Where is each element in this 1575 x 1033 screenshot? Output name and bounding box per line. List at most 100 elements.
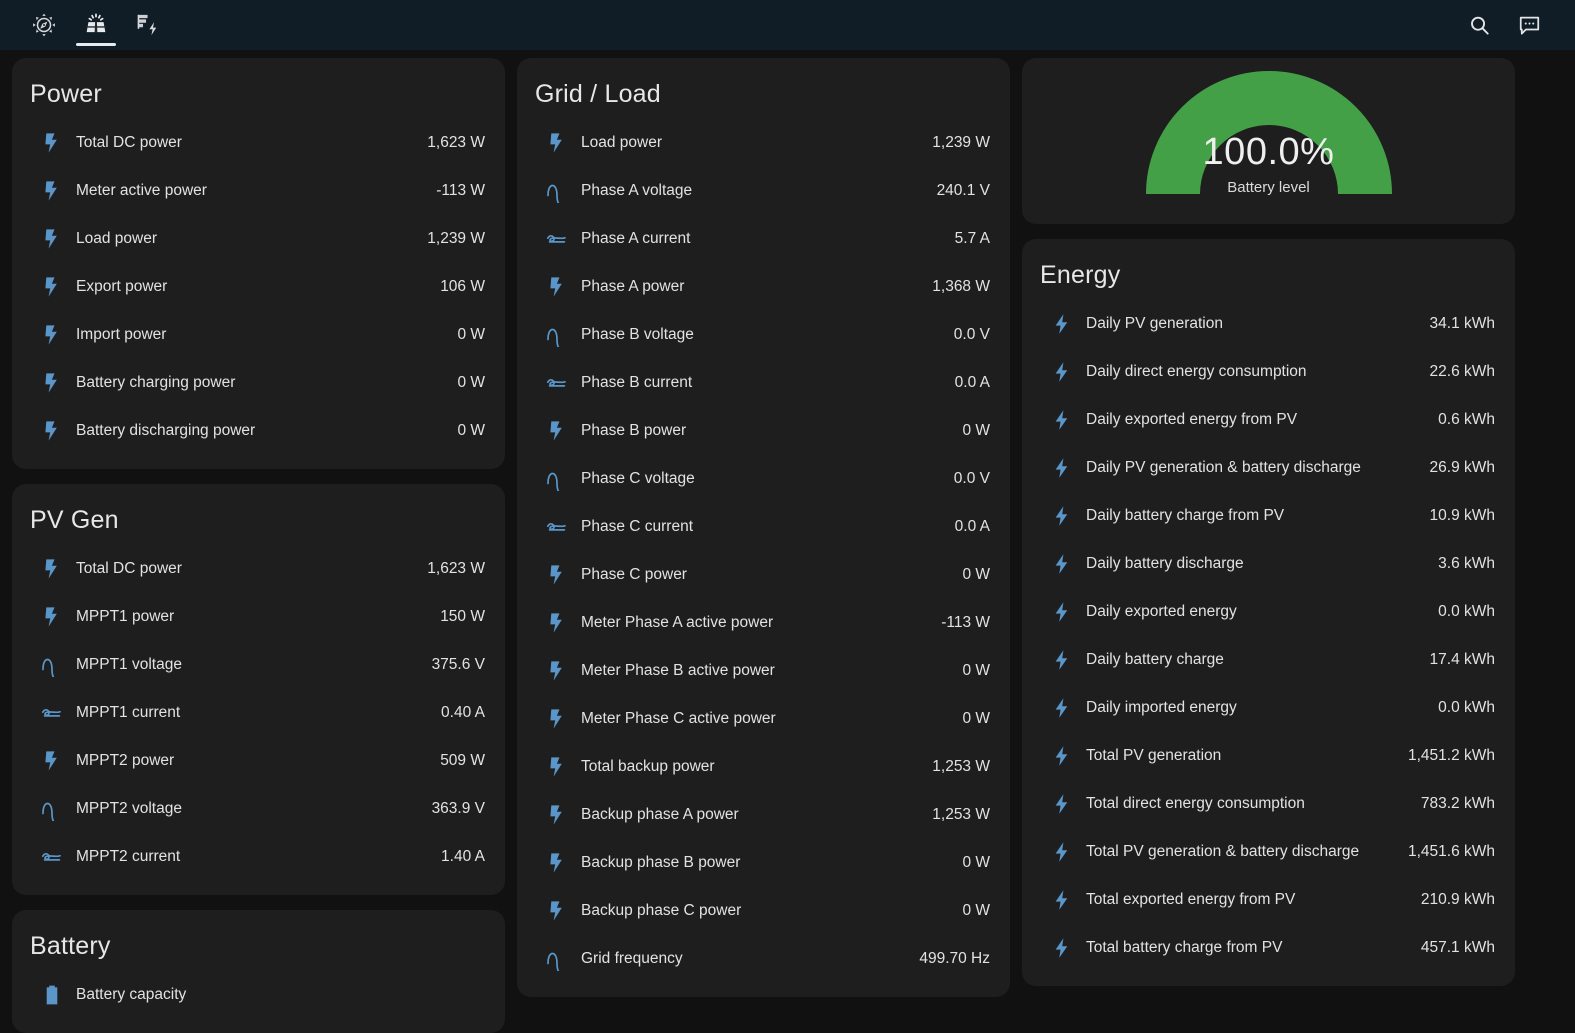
row-value: 0.40 A [441, 704, 485, 721]
row-value: 783.2 kWh [1420, 795, 1495, 812]
row-value: 1.40 A [441, 848, 485, 865]
assist-button[interactable] [1515, 11, 1543, 39]
table-row[interactable]: Battery charging power 0 W [28, 359, 489, 407]
table-row[interactable]: MPPT1 power 150 W [28, 593, 489, 641]
flash-icon [1042, 792, 1082, 816]
table-row[interactable]: Grid frequency 499.70 Hz [533, 935, 994, 983]
table-row[interactable]: Total DC power 1,623 W [28, 545, 489, 593]
table-row[interactable]: Import power 0 W [28, 311, 489, 359]
row-label: Total PV generation [1086, 747, 1222, 764]
battery-gauge-value: 100.0% [1202, 131, 1335, 173]
flash-icon [1042, 648, 1082, 672]
table-row[interactable]: MPPT2 power 509 W [28, 737, 489, 785]
row-label: Phase B power [581, 422, 687, 439]
flash-icon [1042, 744, 1082, 768]
row-value: 34.1 kWh [1429, 315, 1495, 332]
search-button[interactable] [1465, 11, 1493, 39]
search-icon [1467, 13, 1492, 38]
row-value: 0.0 V [953, 470, 990, 487]
table-row[interactable]: Phase B current 0.0 A [533, 359, 994, 407]
table-row[interactable]: Total direct energy consumption 783.2 kWh [1038, 780, 1499, 828]
flash-icon [1042, 696, 1082, 720]
row-value: 375.6 V [431, 656, 485, 673]
row-label: Phase A voltage [581, 182, 693, 199]
row-value: 0.6 kWh [1438, 411, 1495, 428]
flash-icon [1042, 360, 1082, 384]
table-row[interactable]: Meter Phase B active power 0 W [533, 647, 994, 695]
table-row[interactable]: Meter active power -113 W [28, 167, 489, 215]
table-row[interactable]: Phase B power 0 W [533, 407, 994, 455]
row-value: 1,368 W [932, 278, 990, 295]
table-row[interactable]: MPPT1 voltage 375.6 V [28, 641, 489, 689]
row-value: 0 W [962, 566, 990, 583]
row-value: 0.0 kWh [1438, 603, 1495, 620]
table-row[interactable]: Battery capacity [28, 971, 489, 1019]
row-label: Battery capacity [76, 986, 187, 1003]
lightning-bolt-icon [32, 323, 72, 347]
table-row[interactable]: Export power 106 W [28, 263, 489, 311]
solar-tab[interactable] [70, 0, 122, 50]
row-value: 1,451.2 kWh [1407, 747, 1495, 764]
table-row[interactable]: Phase C current 0.0 A [533, 503, 994, 551]
table-row[interactable]: Total DC power 1,623 W [28, 119, 489, 167]
table-row[interactable]: Total battery charge from PV 457.1 kWh [1038, 924, 1499, 972]
table-row[interactable]: Phase A current 5.7 A [533, 215, 994, 263]
table-row[interactable]: Load power 1,239 W [28, 215, 489, 263]
flash-icon [1042, 936, 1082, 960]
energy-tab[interactable] [122, 0, 174, 50]
row-value: 457.1 kWh [1420, 939, 1495, 956]
row-value: 17.4 kWh [1429, 651, 1495, 668]
table-row[interactable]: Daily battery charge 17.4 kWh [1038, 636, 1499, 684]
table-row[interactable]: Phase C power 0 W [533, 551, 994, 599]
tab-indicator [128, 43, 168, 46]
table-row[interactable]: Meter Phase A active power -113 W [533, 599, 994, 647]
flash-icon [1042, 552, 1082, 576]
row-value: 1,451.6 kWh [1407, 843, 1495, 860]
battery-card-title: Battery [30, 932, 111, 960]
table-row[interactable]: Phase B voltage 0.0 V [533, 311, 994, 359]
table-row[interactable]: Total backup power 1,253 W [533, 743, 994, 791]
lightning-bolt-icon [537, 707, 577, 731]
table-row[interactable]: Backup phase A power 1,253 W [533, 791, 994, 839]
table-row[interactable]: Total PV generation & battery discharge 1… [1038, 828, 1499, 876]
table-row[interactable]: Total PV generation 1,451.2 kWh [1038, 732, 1499, 780]
energy-rows: Daily PV generation 34.1 kWh Daily direct … [1038, 300, 1499, 972]
weather-tab[interactable] [18, 0, 70, 50]
table-row[interactable]: MPPT2 current 1.40 A [28, 833, 489, 881]
table-row[interactable]: Daily imported energy 0.0 kWh [1038, 684, 1499, 732]
table-row[interactable]: Daily PV generation & battery discharge 2… [1038, 444, 1499, 492]
row-label: Daily exported energy [1086, 603, 1237, 620]
table-row[interactable]: Daily exported energy from PV 0.6 kWh [1038, 396, 1499, 444]
table-row[interactable]: Backup phase C power 0 W [533, 887, 994, 935]
table-row[interactable]: Daily direct energy consumption 22.6 kWh [1038, 348, 1499, 396]
table-row[interactable]: Phase C voltage 0.0 V [533, 455, 994, 503]
table-row[interactable]: Daily battery charge from PV 10.9 kWh [1038, 492, 1499, 540]
table-row[interactable]: Daily battery discharge 3.6 kWh [1038, 540, 1499, 588]
current-ac-icon [32, 845, 72, 869]
table-row[interactable]: MPPT1 current 0.40 A [28, 689, 489, 737]
table-row[interactable]: Total exported energy from PV 210.9 kWh [1038, 876, 1499, 924]
row-value: 363.9 V [431, 800, 485, 817]
lightning-bolt-icon [32, 557, 72, 581]
row-label: Load power [76, 230, 158, 247]
row-value: 0 W [962, 710, 990, 727]
row-value: 22.6 kWh [1429, 363, 1495, 380]
table-row[interactable]: Battery discharging power 0 W [28, 407, 489, 455]
table-row[interactable]: Backup phase B power 0 W [533, 839, 994, 887]
row-value: 1,623 W [427, 560, 485, 577]
table-row[interactable]: Meter Phase C active power 0 W [533, 695, 994, 743]
row-value: 3.6 kWh [1438, 555, 1495, 572]
lightning-bolt-icon [537, 659, 577, 683]
table-row[interactable]: Phase A power 1,368 W [533, 263, 994, 311]
table-row[interactable]: MPPT2 voltage 363.9 V [28, 785, 489, 833]
table-row[interactable]: Phase A voltage 240.1 V [533, 167, 994, 215]
row-label: MPPT1 power [76, 608, 175, 625]
table-row[interactable]: Daily exported energy 0.0 kWh [1038, 588, 1499, 636]
table-row[interactable]: Daily PV generation 34.1 kWh [1038, 300, 1499, 348]
table-row[interactable]: Load power 1,239 W [533, 119, 994, 167]
flash-icon [1042, 456, 1082, 480]
row-label: Phase C power [581, 566, 687, 583]
pv-gen-rows: Total DC power 1,623 W MPPT1 power 150 W MPP… [28, 545, 489, 881]
battery-level-gauge-card[interactable]: 100.0% Battery level [1022, 58, 1515, 224]
row-label: Phase A current [581, 230, 691, 247]
